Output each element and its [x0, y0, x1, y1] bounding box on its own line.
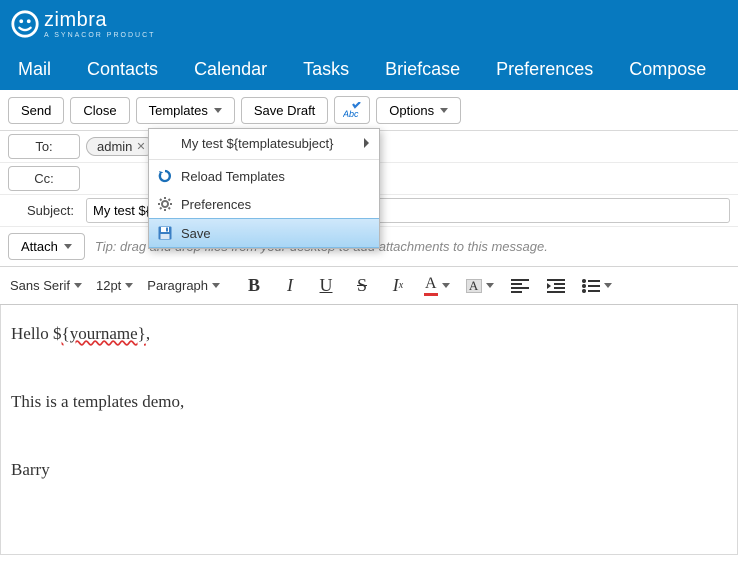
templates-menu-save[interactable]: Save — [149, 218, 379, 248]
font-family-label: Sans Serif — [10, 278, 70, 293]
format-buttons: B I U S Ix A A — [244, 275, 612, 296]
chevron-down-icon — [442, 283, 450, 288]
brand-logo: zimbra A SYNACOR PRODUCT — [10, 9, 155, 39]
templates-dropdown: My test ${templatesubject} Reload Templa… — [148, 128, 380, 249]
bold-button[interactable]: B — [244, 276, 264, 296]
options-button[interactable]: Options — [376, 97, 461, 124]
tab-mail[interactable]: Mail — [0, 48, 69, 90]
indent-button[interactable] — [546, 276, 566, 296]
chevron-down-icon — [486, 283, 494, 288]
to-button[interactable]: To: — [8, 134, 80, 159]
align-left-button[interactable] — [510, 276, 530, 296]
recipient-pill[interactable]: admin ✕ — [86, 137, 155, 156]
format-toolbar: Sans Serif 12pt Paragraph B I U S Ix A A — [0, 267, 738, 305]
brand-tagline: A SYNACOR PRODUCT — [44, 32, 155, 39]
chevron-down-icon — [64, 244, 72, 249]
chevron-down-icon — [212, 283, 220, 288]
tab-preferences[interactable]: Preferences — [478, 48, 611, 90]
clear-format-button[interactable]: Ix — [388, 276, 408, 296]
spellcheck-icon: Abc — [343, 102, 361, 118]
paragraph-label: Paragraph — [147, 278, 208, 293]
compose-toolbar: Send Close Templates Save Draft Abc Opti… — [0, 90, 738, 131]
close-button[interactable]: Close — [70, 97, 129, 124]
main-tabs: Mail Contacts Calendar Tasks Briefcase P… — [0, 48, 738, 90]
options-label: Options — [389, 103, 434, 118]
text-color-button[interactable]: A — [424, 275, 450, 296]
send-button[interactable]: Send — [8, 97, 64, 124]
app-header: zimbra A SYNACOR PRODUCT — [0, 0, 738, 48]
templates-menu-save-label: Save — [181, 226, 211, 241]
svg-text:Abc: Abc — [343, 109, 359, 118]
templates-menu-reload-label: Reload Templates — [181, 169, 285, 184]
font-size-select[interactable]: 12pt — [96, 278, 133, 293]
templates-label: Templates — [149, 103, 208, 118]
highlight-color-button[interactable]: A — [466, 279, 494, 293]
templates-menu-preferences-label: Preferences — [181, 197, 251, 212]
chevron-down-icon — [125, 283, 133, 288]
body-line-1: Hello ${yourname}, — [11, 317, 727, 351]
body-signature: Barry — [11, 453, 727, 487]
attach-label: Attach — [21, 239, 58, 254]
strikethrough-button[interactable]: S — [352, 276, 372, 296]
chevron-down-icon — [214, 108, 222, 113]
cc-button[interactable]: Cc: — [8, 166, 80, 191]
templates-menu-header[interactable]: My test ${templatesubject} — [149, 129, 379, 157]
tab-compose[interactable]: Compose — [611, 48, 724, 90]
tab-calendar[interactable]: Calendar — [176, 48, 285, 90]
brand-name: zimbra — [44, 9, 155, 32]
chevron-down-icon — [440, 108, 448, 113]
attach-button[interactable]: Attach — [8, 233, 85, 260]
chevron-down-icon — [604, 283, 612, 288]
message-body[interactable]: Hello ${yourname}, This is a templates d… — [0, 305, 738, 555]
tab-contacts[interactable]: Contacts — [69, 48, 176, 90]
templates-menu-preferences[interactable]: Preferences — [149, 190, 379, 218]
recipient-name: admin — [97, 139, 132, 154]
subject-label: Subject: — [8, 203, 80, 218]
italic-button[interactable]: I — [280, 276, 300, 296]
spelling-error: {yourname} — [62, 324, 146, 343]
templates-menu-reload[interactable]: Reload Templates — [149, 162, 379, 190]
zimbra-icon — [10, 9, 40, 39]
spacer — [157, 135, 173, 151]
reload-icon — [157, 168, 173, 184]
save-icon — [157, 225, 173, 241]
tab-briefcase[interactable]: Briefcase — [367, 48, 478, 90]
templates-menu-header-label: My test ${templatesubject} — [181, 136, 333, 151]
underline-button[interactable]: U — [316, 276, 336, 296]
gear-icon — [157, 196, 173, 212]
chevron-down-icon — [74, 283, 82, 288]
templates-button[interactable]: Templates — [136, 97, 235, 124]
body-line-2: This is a templates demo, — [11, 385, 727, 419]
save-draft-button[interactable]: Save Draft — [241, 97, 328, 124]
remove-recipient-icon[interactable]: ✕ — [136, 140, 145, 153]
font-size-label: 12pt — [96, 278, 121, 293]
spellcheck-button[interactable]: Abc — [334, 96, 370, 124]
tab-tasks[interactable]: Tasks — [285, 48, 367, 90]
list-button[interactable] — [582, 279, 612, 293]
paragraph-style-select[interactable]: Paragraph — [147, 278, 220, 293]
font-family-select[interactable]: Sans Serif — [10, 278, 82, 293]
menu-separator — [149, 159, 379, 160]
